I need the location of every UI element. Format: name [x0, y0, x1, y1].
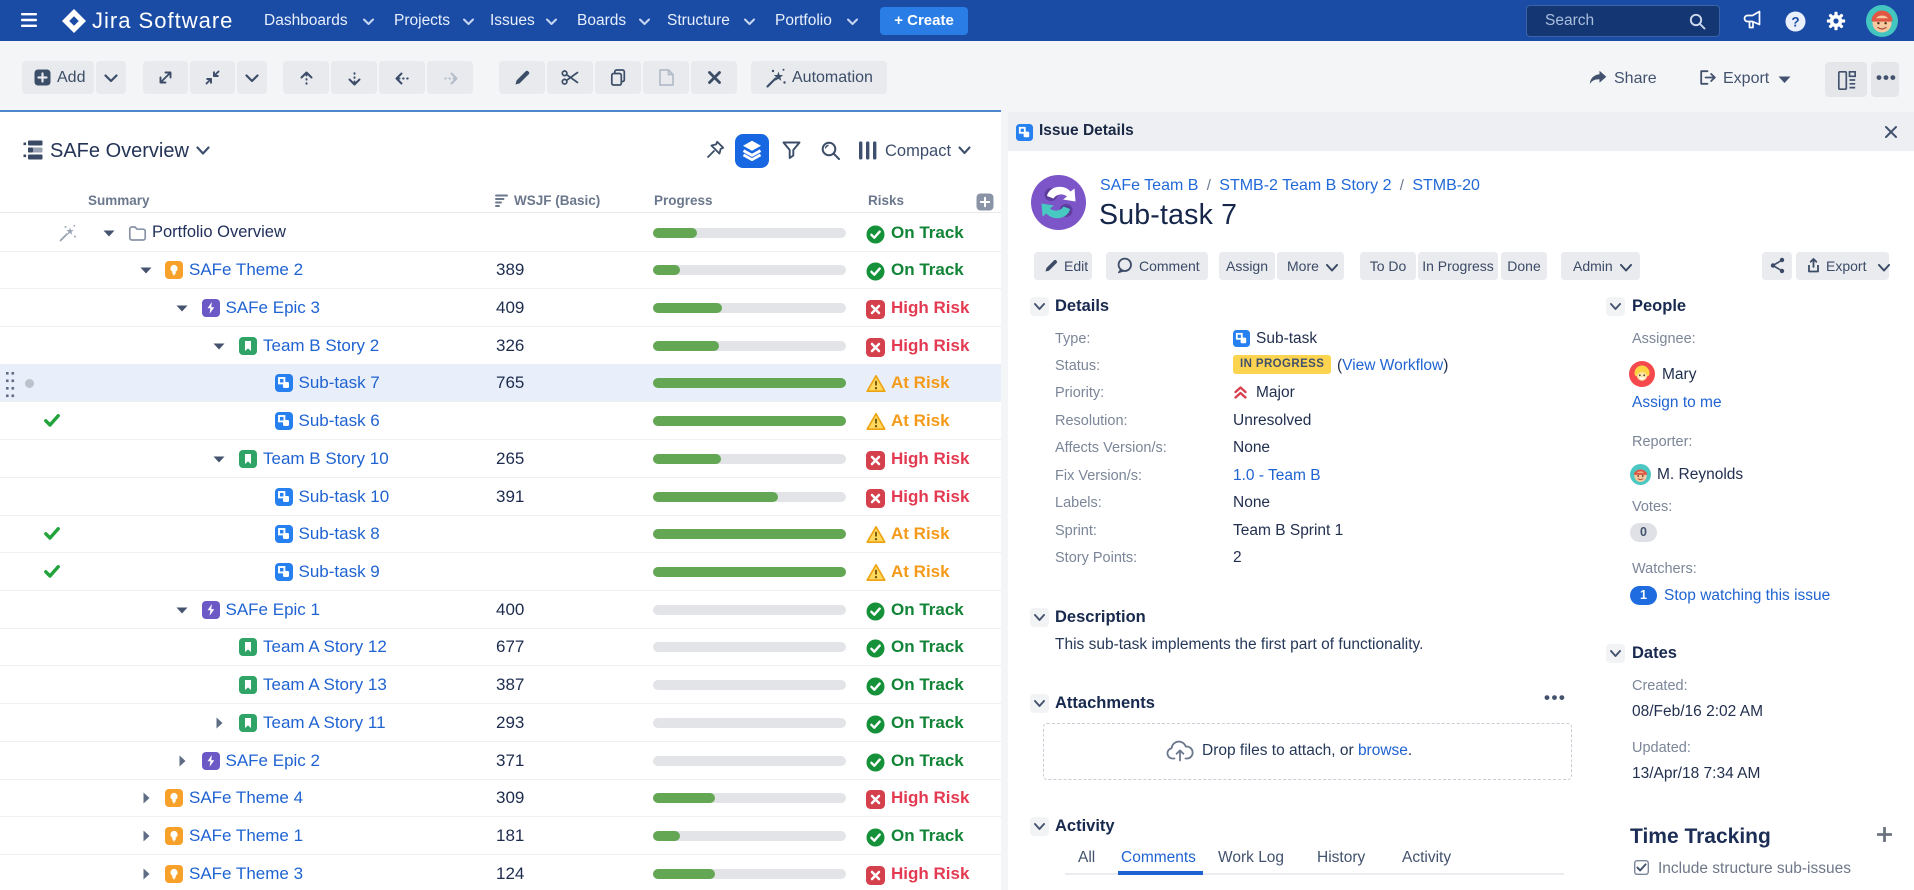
svg-text:?: ?	[1791, 14, 1799, 29]
